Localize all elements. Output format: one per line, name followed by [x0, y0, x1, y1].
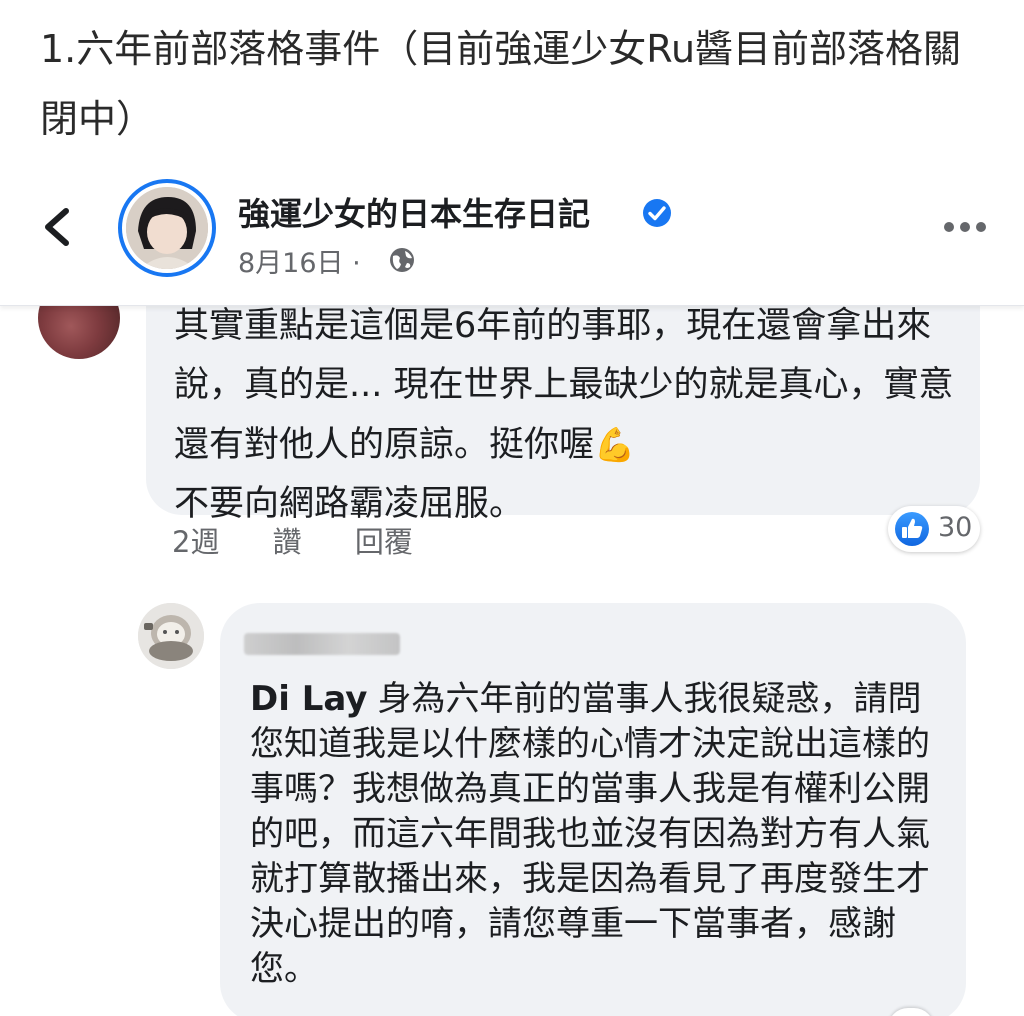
- reply-link[interactable]: 回覆: [355, 525, 413, 559]
- screenshot-root: 1.六年前部落格事件（目前強運少女Ru醬目前部落格關閉中） 強運少女的日本生存日…: [0, 0, 1024, 1016]
- comment-body: 其實重點是這個是6年前的事耶，現在還會拿出來說，真的是... 現在世界上最缺少的…: [174, 306, 954, 465]
- comment-actions: 2週 讚 回覆: [172, 519, 457, 561]
- reply-body: 身為六年前的當事人我很疑惑，請問您知道我是以什麼樣的心情才決定說出這樣的事嗎？我…: [250, 679, 930, 989]
- like-thumb-icon: [895, 512, 929, 546]
- mention-tag[interactable]: Di Lay: [250, 679, 367, 719]
- page-name[interactable]: 強運少女的日本生存日記: [238, 189, 590, 235]
- caption-text: 1.六年前部落格事件（目前強運少女Ru醬目前部落格關閉中）: [40, 27, 962, 141]
- comment-timestamp: 2週: [172, 525, 220, 559]
- avatar-photo: [126, 187, 208, 269]
- flexed-biceps-emoji: 💪: [594, 425, 636, 464]
- page-avatar[interactable]: [118, 179, 216, 277]
- more-horizontal-icon[interactable]: [942, 215, 988, 239]
- chevron-left-icon[interactable]: [36, 205, 80, 249]
- verified-badge-icon: [643, 199, 671, 227]
- like-link[interactable]: 讚: [273, 525, 302, 559]
- comment-text: 其實重點是這個是6年前的事耶，現在還會拿出來說，真的是... 現在世界上最缺少的…: [174, 297, 954, 534]
- reply-bubble: Di Lay 身為六年前的當事人我很疑惑，請問您知道我是以什麼樣的心情才決定說出這…: [220, 603, 966, 1016]
- reply-text: Di Lay 身為六年前的當事人我很疑惑，請問您知道我是以什麼樣的心情才決定說出這…: [250, 677, 940, 992]
- redacted-name: [244, 633, 400, 655]
- facebook-post-screenshot: 強運少女的日本生存日記 8月16日 · 其實重點是這個是6年前的事耶，現在還會拿…: [0, 165, 1024, 1016]
- comment-body-tail: 不要向網路霸凌屈服。: [174, 484, 525, 524]
- reply-avatar[interactable]: [138, 603, 204, 669]
- post-date: 8月16日 ·: [238, 248, 361, 279]
- reaction-count: 30: [938, 512, 973, 543]
- post-header: 強運少女的日本生存日記 8月16日 ·: [0, 165, 1024, 306]
- globe-icon: [390, 248, 414, 272]
- reaction-count-pill[interactable]: 30: [888, 506, 980, 552]
